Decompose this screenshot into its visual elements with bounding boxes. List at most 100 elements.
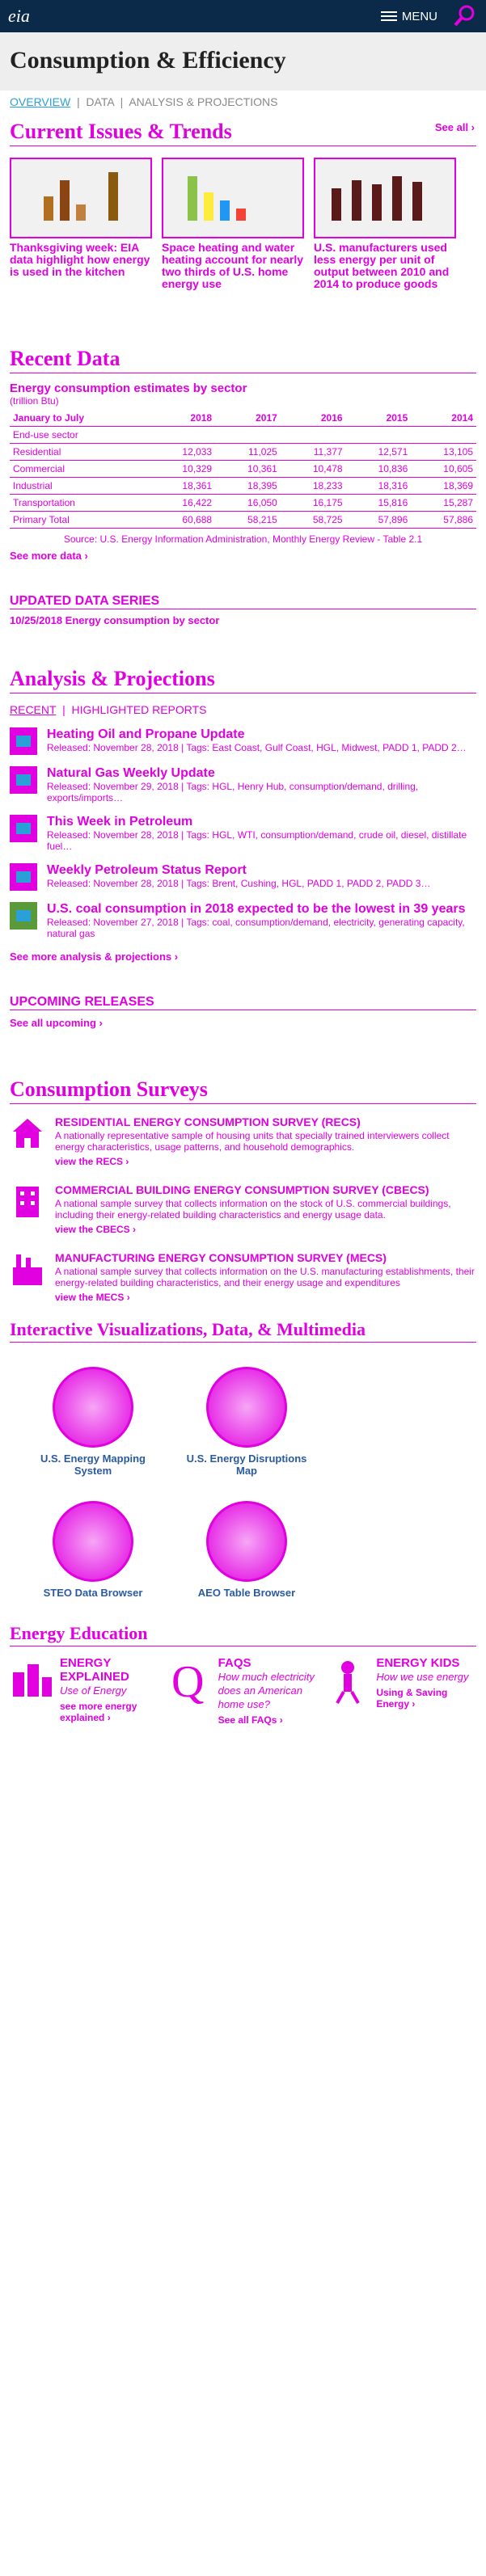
cell: 16,175: [280, 494, 346, 512]
trend-title[interactable]: U.S. manufacturers used less energy per …: [314, 242, 456, 290]
tab-recent[interactable]: RECENT: [10, 703, 56, 716]
survey-title[interactable]: MANUFACTURING ENERGY CONSUMPTION SURVEY …: [55, 1251, 476, 1264]
trend-thumbnail: [314, 158, 456, 238]
trend-thumbnail: [10, 158, 152, 238]
trend-card[interactable]: U.S. manufacturers used less energy per …: [314, 158, 456, 290]
table-icon: [53, 1501, 133, 1582]
recent-data-section: Recent Data Energy consumption estimates…: [0, 347, 486, 562]
education-title[interactable]: ENERGY KIDS: [376, 1656, 476, 1670]
row-label: Residential: [10, 443, 150, 461]
search-icon[interactable]: [450, 2, 478, 30]
list-item[interactable]: Weekly Petroleum Status Report Released: …: [10, 863, 476, 891]
cell: 10,361: [215, 460, 281, 478]
subnav: OVERVIEW | DATA | ANALYSIS & PROJECTIONS: [10, 95, 278, 108]
education-grid: ENERGY EXPLAINED Use of Energy see more …: [0, 1656, 486, 1726]
updated-series-section: UPDATED DATA SERIES 10/25/2018 Energy co…: [0, 594, 486, 626]
see-all-upcoming-link[interactable]: See all upcoming ›: [10, 1017, 476, 1029]
survey-link[interactable]: view the MECS ›: [55, 1292, 476, 1303]
trends-list: Thanksgiving week: EIA data highlight ho…: [0, 158, 486, 290]
survey-item: MANUFACTURING ENERGY CONSUMPTION SURVEY …: [10, 1251, 476, 1303]
table-row: Transportation 16,422 16,050 16,175 15,8…: [10, 494, 476, 512]
analysis-heading: Analysis & Projections: [10, 667, 476, 694]
multimedia-item[interactable]: U.S. Energy Mapping System: [32, 1367, 154, 1477]
education-link[interactable]: Using & Saving Energy ›: [376, 1687, 476, 1710]
trend-title[interactable]: Thanksgiving week: EIA data highlight ho…: [10, 242, 152, 278]
tab-data[interactable]: DATA: [86, 95, 114, 108]
menu-label: MENU: [401, 9, 437, 23]
top-navigation-bar: eia MENU: [0, 0, 486, 32]
cell: 18,395: [215, 477, 281, 495]
analysis-title[interactable]: Heating Oil and Propane Update: [47, 727, 467, 742]
updated-series-entry[interactable]: 10/25/2018 Energy consumption by sector: [10, 614, 476, 626]
cell: 60,688: [150, 511, 216, 529]
multimedia-label[interactable]: U.S. Energy Disruptions Map: [186, 1452, 307, 1477]
table-source: Source: U.S. Energy Information Administ…: [63, 533, 423, 545]
survey-link[interactable]: view the CBECS ›: [55, 1224, 476, 1235]
column-header: 2018: [150, 410, 216, 427]
see-more-data-link[interactable]: See more data ›: [10, 550, 476, 562]
cell: 18,316: [345, 477, 412, 495]
survey-item: RESIDENTIAL ENERGY CONSUMPTION SURVEY (R…: [10, 1115, 476, 1167]
education-subtitle[interactable]: How much electricity does an American ho…: [218, 1670, 319, 1711]
multimedia-label[interactable]: STEO Data Browser: [32, 1587, 154, 1599]
education-title[interactable]: FAQS: [218, 1656, 319, 1670]
analysis-list: Heating Oil and Propane Update Released: …: [0, 716, 486, 963]
column-header: January to July: [10, 410, 150, 427]
page-title-bar: Consumption & Efficiency: [0, 32, 486, 91]
education-title[interactable]: ENERGY EXPLAINED: [60, 1656, 160, 1684]
multimedia-section: Interactive Visualizations, Data, & Mult…: [0, 1319, 486, 1599]
tab-overview[interactable]: OVERVIEW: [10, 95, 70, 108]
education-subtitle[interactable]: How we use energy: [376, 1670, 476, 1684]
column-header: 2014: [411, 410, 476, 427]
factory-icon: [10, 1251, 45, 1287]
cell: 18,369: [411, 477, 476, 495]
list-item[interactable]: Natural Gas Weekly Update Released: Novem…: [10, 766, 476, 803]
list-item[interactable]: U.S. coal consumption in 2018 expected t…: [10, 902, 476, 939]
multimedia-grid: U.S. Energy Mapping System U.S. Energy D…: [0, 1367, 486, 1599]
list-item[interactable]: Heating Oil and Propane Update Released: …: [10, 727, 476, 755]
tab-analysis-projections[interactable]: ANALYSIS & PROJECTIONS: [129, 95, 277, 108]
education-section: Energy Education ENERGY EXPLAINED Use of…: [0, 1623, 486, 1726]
analysis-title[interactable]: U.S. coal consumption in 2018 expected t…: [47, 902, 476, 917]
recent-data-units: (trillion Btu): [10, 395, 59, 407]
multimedia-item[interactable]: AEO Table Browser: [186, 1501, 307, 1599]
education-link[interactable]: See all FAQs ›: [218, 1714, 319, 1726]
cell: 13,105: [411, 443, 476, 461]
analysis-title[interactable]: This Week in Petroleum: [47, 815, 476, 829]
multimedia-item[interactable]: STEO Data Browser: [32, 1501, 154, 1599]
survey-title[interactable]: RESIDENTIAL ENERGY CONSUMPTION SURVEY (R…: [55, 1115, 476, 1128]
list-item[interactable]: This Week in Petroleum Released: November…: [10, 815, 476, 852]
education-subtitle[interactable]: Use of Energy: [60, 1684, 160, 1697]
map-icon: [53, 1367, 133, 1448]
cell: 10,329: [150, 460, 216, 478]
analysis-title[interactable]: Weekly Petroleum Status Report: [47, 863, 430, 878]
cell: 11,025: [215, 443, 281, 461]
svg-text:Q: Q: [171, 1657, 204, 1705]
trend-title[interactable]: Space heating and water heating account …: [162, 242, 304, 290]
survey-link[interactable]: view the RECS ›: [55, 1156, 476, 1167]
recent-data-table-title[interactable]: Energy consumption estimates by sector: [10, 382, 476, 395]
cell: 11,377: [280, 443, 346, 461]
surveys-heading: Consumption Surveys: [10, 1077, 476, 1104]
trends-heading: Current Issues & Trends: [10, 120, 476, 146]
menu-button[interactable]: MENU: [380, 9, 437, 23]
education-link[interactable]: see more energy explained ›: [60, 1701, 160, 1723]
analysis-title[interactable]: Natural Gas Weekly Update: [47, 766, 476, 781]
survey-item: COMMERCIAL BUILDING ENERGY CONSUMPTION S…: [10, 1183, 476, 1235]
multimedia-label[interactable]: AEO Table Browser: [186, 1587, 307, 1599]
trend-card[interactable]: Space heating and water heating account …: [162, 158, 304, 290]
analysis-meta: Released: November 28, 2018 | Tags: East…: [47, 742, 467, 753]
survey-title[interactable]: COMMERCIAL BUILDING ENERGY CONSUMPTION S…: [55, 1183, 476, 1196]
education-heading: Energy Education: [10, 1623, 476, 1646]
building-icon: [10, 1183, 45, 1219]
tab-highlighted-reports[interactable]: HIGHLIGHTED REPORTS: [72, 703, 207, 716]
trends-see-all-link[interactable]: See all ›: [435, 121, 475, 133]
education-item: Q FAQS How much electricity does an Amer…: [168, 1656, 319, 1726]
upcoming-section: UPCOMING RELEASES See all upcoming ›: [0, 995, 486, 1029]
table-subheading: End-use sector: [10, 426, 476, 444]
multimedia-item[interactable]: U.S. Energy Disruptions Map: [186, 1367, 307, 1477]
multimedia-label[interactable]: U.S. Energy Mapping System: [32, 1452, 154, 1477]
trend-card[interactable]: Thanksgiving week: EIA data highlight ho…: [10, 158, 152, 290]
see-more-analysis-link[interactable]: See more analysis & projections ›: [10, 951, 476, 963]
eia-logo[interactable]: eia: [8, 6, 30, 27]
